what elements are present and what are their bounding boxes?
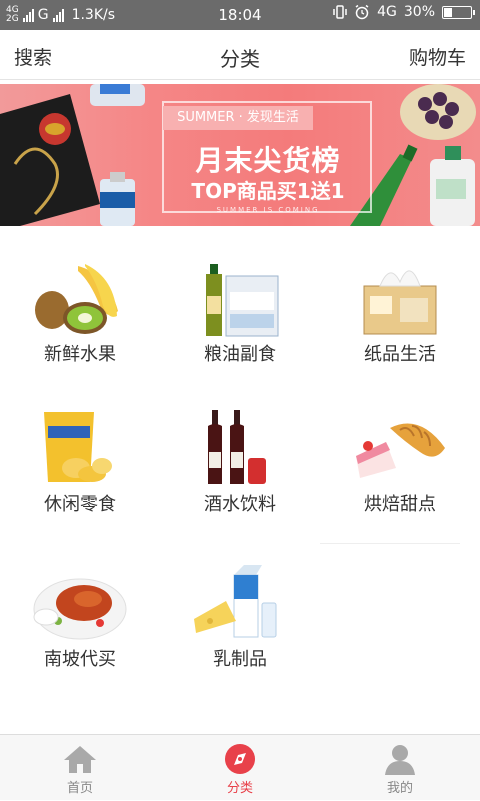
banner-tiny-text: SUMMER IS COMING xyxy=(216,206,320,214)
nav-category[interactable]: 分类 xyxy=(160,735,320,801)
jar-icon xyxy=(90,84,145,106)
network-type: 4G 2G xyxy=(6,6,19,24)
category-dairy[interactable]: 乳制品 xyxy=(160,535,320,685)
nav-home[interactable]: 首页 xyxy=(0,735,160,801)
detergent-bottle-icon xyxy=(430,146,475,226)
home-icon xyxy=(64,746,96,773)
nav-profile-label: 我的 xyxy=(386,781,413,796)
signal-icon-2 xyxy=(52,8,64,22)
network-speed: 1.3K/s xyxy=(71,7,116,23)
fruit-icon xyxy=(35,264,118,334)
nav-home-label: 首页 xyxy=(66,781,93,796)
category-label: 纸品生活 xyxy=(364,344,436,365)
tissue-box-icon xyxy=(363,270,437,335)
nav-category-label: 分类 xyxy=(226,781,253,796)
water-bottle-icon xyxy=(100,172,135,226)
category-label: 南坡代买 xyxy=(44,649,116,670)
milk-cheese-icon xyxy=(194,565,277,638)
category-label: 新鲜水果 xyxy=(44,344,116,365)
category-label: 粮油副食 xyxy=(204,344,276,365)
category-grain-oil[interactable]: 粮油副食 xyxy=(160,230,320,380)
category-label: 休闲零食 xyxy=(44,494,116,515)
category-drinks[interactable]: 酒水饮料 xyxy=(160,380,320,530)
category-label: 烘焙甜点 xyxy=(364,494,436,515)
bottom-nav: 首页 分类 我的 xyxy=(0,734,480,800)
top-header: 搜索 分类 购物车 xyxy=(0,30,480,80)
battery-percent: 30% xyxy=(403,4,435,20)
alarm-icon xyxy=(355,4,369,20)
network-g-label: G xyxy=(37,7,49,23)
category-snacks[interactable]: 休闲零食 xyxy=(0,380,160,530)
roast-chicken-icon xyxy=(33,578,127,640)
status-bar: 4G 2G G 1.3K/s 18:04 4G 30% xyxy=(0,0,480,30)
banner-promo: TOP商品买1送1 xyxy=(191,179,345,203)
category-label: 酒水饮料 xyxy=(204,494,276,515)
category-label: 乳制品 xyxy=(213,649,267,670)
battery-icon xyxy=(442,5,475,19)
network-2g-label: 2G xyxy=(6,14,19,24)
category-nanpo-purchase[interactable]: 南坡代买 xyxy=(0,535,160,685)
category-bakery[interactable]: 烘焙甜点 xyxy=(320,380,480,530)
status-right: 4G 30% xyxy=(333,4,475,20)
category-fresh-fruit[interactable]: 新鲜水果 xyxy=(0,230,160,380)
croissant-icon xyxy=(356,423,445,478)
vibrate-icon xyxy=(333,5,347,19)
wine-bottles-icon xyxy=(208,410,266,484)
snack-bag-icon xyxy=(44,412,112,482)
grid-divider xyxy=(320,543,460,544)
rice-bag-icon xyxy=(0,94,100,226)
banner-headline: 月末尖货榜 xyxy=(195,144,341,177)
cart-link[interactable]: 购物车 xyxy=(409,43,466,70)
nav-profile[interactable]: 我的 xyxy=(320,735,480,801)
signal-icon xyxy=(22,8,34,22)
category-paper-goods[interactable]: 纸品生活 xyxy=(320,230,480,380)
grapes-icon xyxy=(400,84,476,140)
user-icon xyxy=(385,745,415,775)
status-left: 4G 2G G 1.3K/s xyxy=(0,6,115,24)
grain-oil-icon xyxy=(206,264,279,337)
banner-slogan: SUMMER · 发现生活 xyxy=(163,106,313,130)
compass-icon xyxy=(225,744,255,774)
network-4g-right: 4G xyxy=(377,4,397,20)
